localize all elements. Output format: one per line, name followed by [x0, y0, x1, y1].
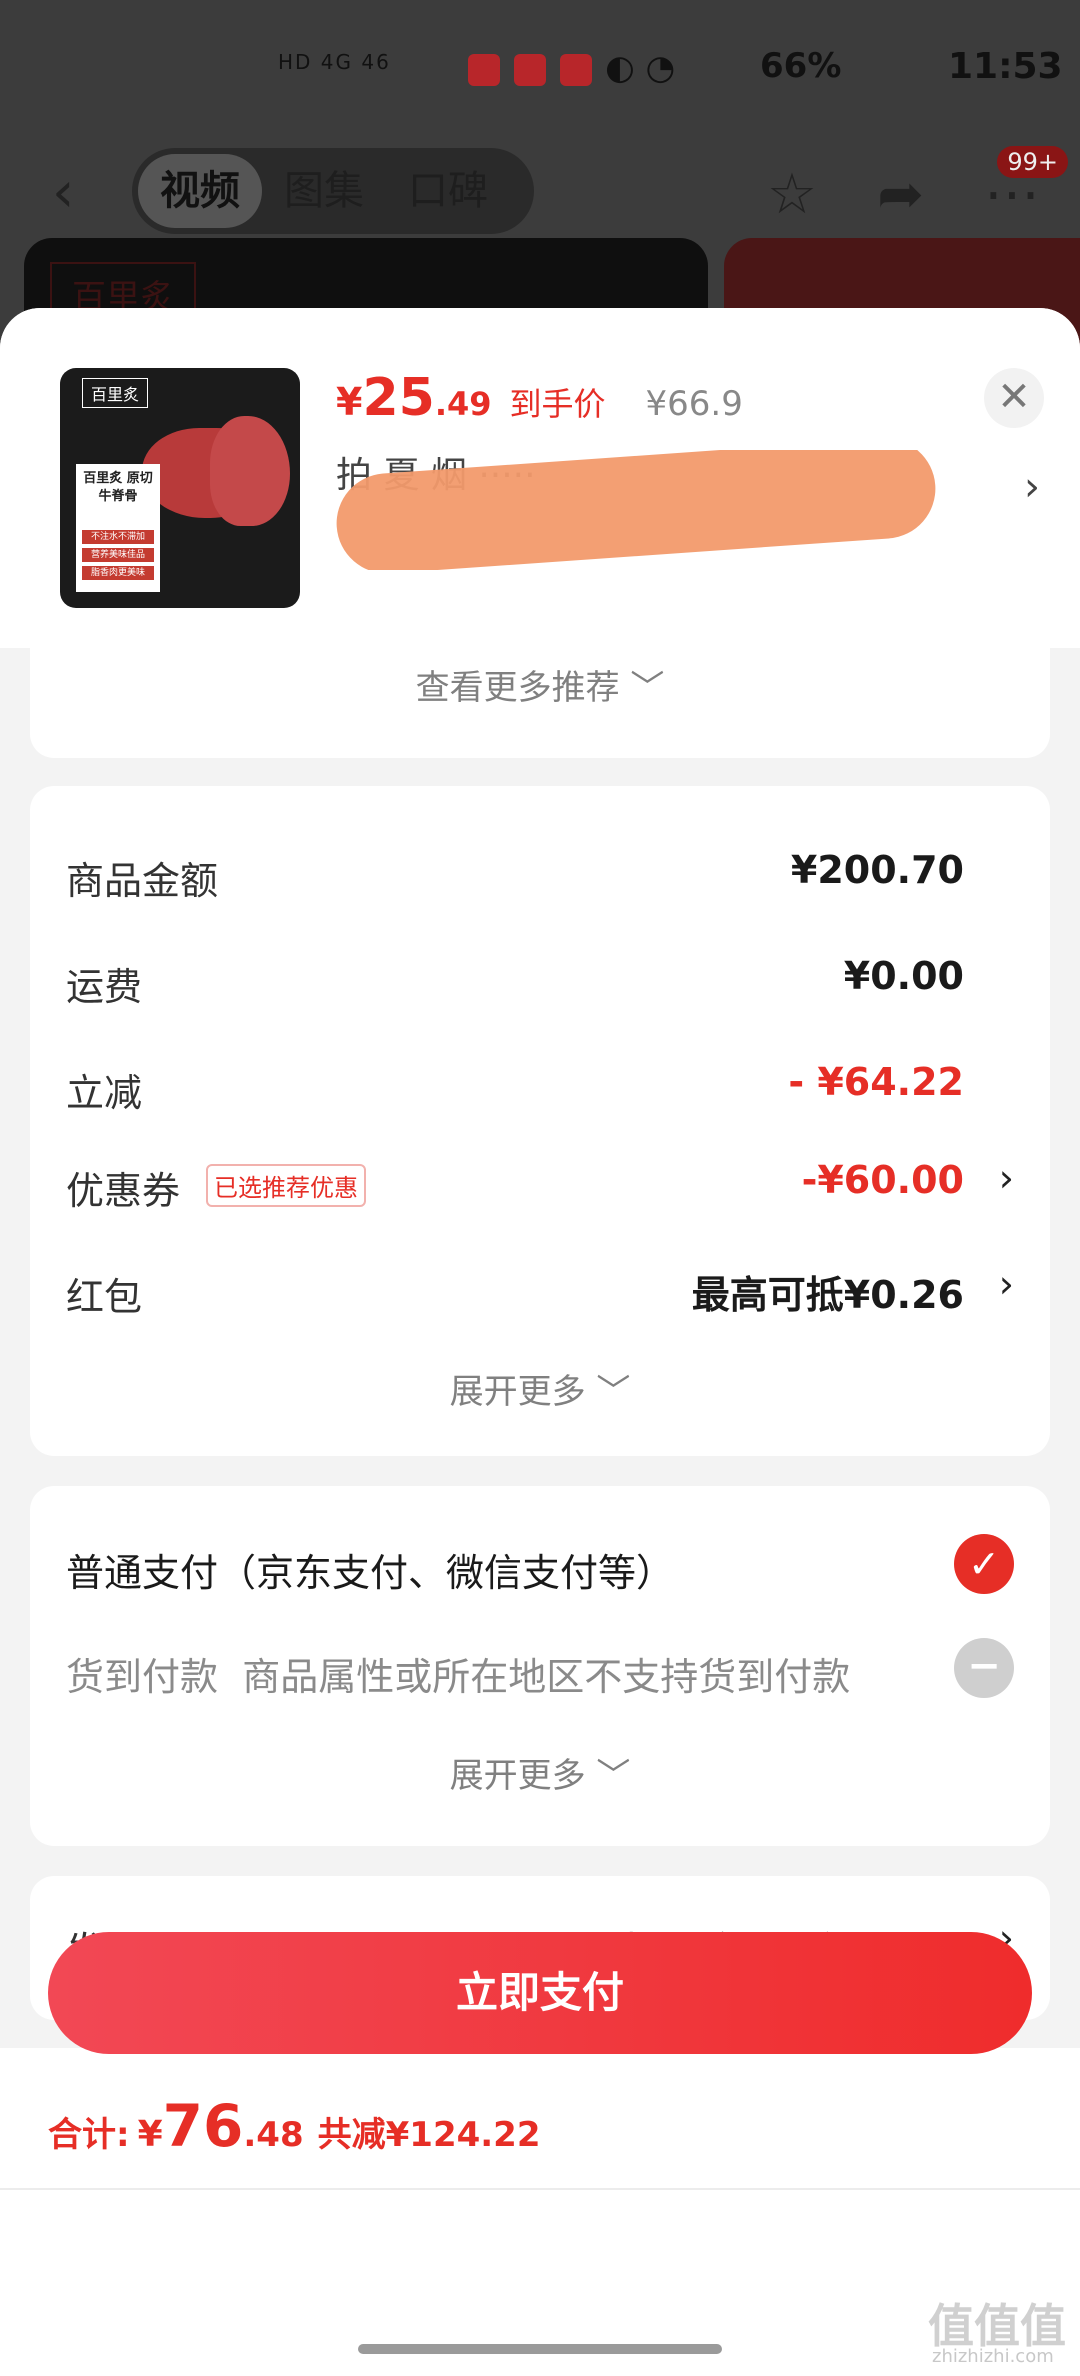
- fee-row-goods: 商品金额 ¥200.70: [66, 842, 1014, 903]
- total-integer: 76: [162, 2092, 244, 2160]
- cod-label: 货到付款: [66, 1655, 219, 1699]
- qq-icon: ◐ ◔: [605, 48, 676, 88]
- chevron-right-icon: ›: [998, 1262, 1014, 1306]
- chevron-down-icon: ﹀: [596, 1756, 631, 1796]
- payment-expand-button[interactable]: 展开更多 ﹀: [30, 1748, 1050, 1797]
- divider: [0, 2188, 1080, 2190]
- close-icon: ✕: [997, 374, 1031, 420]
- notification-icons: [468, 54, 592, 86]
- top-nav: ‹ 视频 图集 口碑 ☆ ➦ ⋯ 99+: [0, 142, 1080, 238]
- fee-value: 最高可抵¥0.26: [691, 1273, 964, 1317]
- product-image: 百里炙 百里炙 原切牛脊骨 不注水不滞加 营养美味佳品 脂香肉更美味: [60, 368, 300, 608]
- expand-label: 展开更多: [449, 1372, 586, 1412]
- meat-image: [210, 416, 290, 526]
- fee-row-shipping: 运费 ¥0.00: [66, 948, 1014, 1009]
- pay-now-button[interactable]: 立即支付: [48, 1932, 1032, 2054]
- clock: 11:53: [948, 46, 1063, 87]
- payment-option-label: 货到付款 商品属性或所在地区不支持货到付款: [66, 1646, 850, 1701]
- more-recommendations-button[interactable]: 查看更多推荐 ﹀: [30, 648, 1050, 758]
- package-line: 不注水不滞加: [82, 530, 154, 544]
- fee-label: 优惠券: [66, 1169, 181, 1213]
- expand-label: 展开更多: [449, 1756, 586, 1796]
- price-tag: 到手价: [509, 385, 606, 423]
- more-recommendations-label: 查看更多推荐: [415, 668, 620, 708]
- coupon-tag: 已选推荐优惠: [206, 1164, 366, 1207]
- payment-option-label: 普通支付（京东支付、微信支付等）: [66, 1551, 675, 1595]
- product-brand-logo: 百里炙: [82, 378, 149, 408]
- fee-label: 红包: [66, 1275, 143, 1319]
- fee-card: 商品金额 ¥200.70 运费 ¥0.00 立减 - ¥64.22 优惠券 已选…: [30, 786, 1050, 1456]
- price-decimal: .49: [434, 385, 492, 423]
- fee-label: 运费: [66, 965, 143, 1009]
- price-currency: ¥: [336, 380, 363, 424]
- product-header: 百里炙 百里炙 原切牛脊骨 不注水不滞加 营养美味佳品 脂香肉更美味 ¥ 25 …: [0, 308, 1080, 648]
- media-tabs: 视频 图集 口碑: [132, 148, 534, 234]
- app-notification-icon: [468, 54, 500, 86]
- nav-actions: ☆ ➦ ⋯: [767, 162, 1040, 227]
- status-bar: HD 4G 46 ◐ ◔ 66% 11:53: [0, 40, 1080, 110]
- product-package: 百里炙 原切牛脊骨 不注水不滞加 营养美味佳品 脂香肉更美味: [76, 464, 160, 592]
- package-line: 脂香肉更美味: [82, 566, 154, 580]
- fee-value: - ¥64.22: [788, 1060, 964, 1104]
- product-title[interactable]: 拍 夏 烟 ·····: [336, 450, 966, 570]
- chevron-right-icon: ›: [998, 1156, 1014, 1200]
- fee-row-discount: 立减 - ¥64.22: [66, 1054, 1014, 1115]
- fees-expand-button[interactable]: 展开更多 ﹀: [30, 1364, 1050, 1413]
- home-indicator[interactable]: [358, 2344, 722, 2354]
- total-saving: 共减¥124.22: [317, 2115, 541, 2155]
- battery-percent: 66%: [760, 46, 842, 86]
- total-label: 合计:: [48, 2115, 130, 2155]
- fee-row-redpacket[interactable]: 红包 最高可抵¥0.26 ›: [66, 1258, 1014, 1319]
- fee-value: ¥0.00: [843, 954, 964, 998]
- payment-card: 普通支付（京东支付、微信支付等） ✓ 货到付款 商品属性或所在地区不支持货到付款…: [30, 1486, 1050, 1846]
- chevron-right-icon[interactable]: ›: [1024, 464, 1040, 510]
- back-icon[interactable]: ‹: [52, 160, 74, 225]
- disabled-icon: −: [954, 1638, 1014, 1698]
- total-decimal: .48: [243, 2115, 304, 2155]
- fee-value: ¥200.70: [790, 848, 964, 892]
- app-notification-icon: [560, 54, 592, 86]
- cod-note: 商品属性或所在地区不支持货到付款: [242, 1655, 851, 1699]
- payment-option-cod: 货到付款 商品属性或所在地区不支持货到付款 −: [66, 1638, 1014, 1701]
- fee-label: 商品金额: [66, 859, 219, 903]
- payment-option-normal[interactable]: 普通支付（京东支付、微信支付等） ✓: [66, 1534, 1014, 1595]
- package-title: 百里炙 原切牛脊骨: [83, 471, 153, 504]
- total-currency: ¥: [137, 2114, 163, 2155]
- original-price: ¥66.9: [645, 384, 743, 424]
- checkout-sheet: 百里炙 百里炙 原切牛脊骨 不注水不滞加 营养美味佳品 脂香肉更美味 ¥ 25 …: [0, 308, 1080, 2376]
- tab-reviews[interactable]: 口碑: [386, 154, 510, 228]
- chevron-down-icon: ﹀: [596, 1372, 631, 1412]
- check-icon[interactable]: ✓: [954, 1534, 1014, 1594]
- fee-value: -¥60.00: [801, 1158, 964, 1202]
- price-integer: 25: [362, 368, 435, 428]
- checkout-footer: 合计: ¥ 76 .48 共减¥124.22: [0, 2048, 1080, 2376]
- price-row: ¥ 25 .49 到手价 ¥66.9: [336, 368, 743, 428]
- package-line: 营养美味佳品: [82, 548, 154, 562]
- star-icon[interactable]: ☆: [767, 162, 817, 227]
- app-notification-icon: [514, 54, 546, 86]
- fee-label: 立减: [66, 1071, 143, 1115]
- tab-video[interactable]: 视频: [138, 154, 262, 228]
- share-icon[interactable]: ➦: [877, 162, 924, 227]
- signal-indicator: HD 4G 46: [278, 50, 391, 74]
- watermark-url: zhizhizhi.com: [932, 2346, 1054, 2367]
- close-button[interactable]: ✕: [984, 368, 1044, 428]
- chevron-down-icon: ﹀: [630, 668, 665, 708]
- tab-gallery[interactable]: 图集: [262, 154, 386, 228]
- message-badge: 99+: [997, 146, 1068, 178]
- order-total: 合计: ¥ 76 .48 共减¥124.22: [48, 2092, 540, 2160]
- fee-row-coupon[interactable]: 优惠券 已选推荐优惠 -¥60.00 ›: [66, 1152, 1014, 1213]
